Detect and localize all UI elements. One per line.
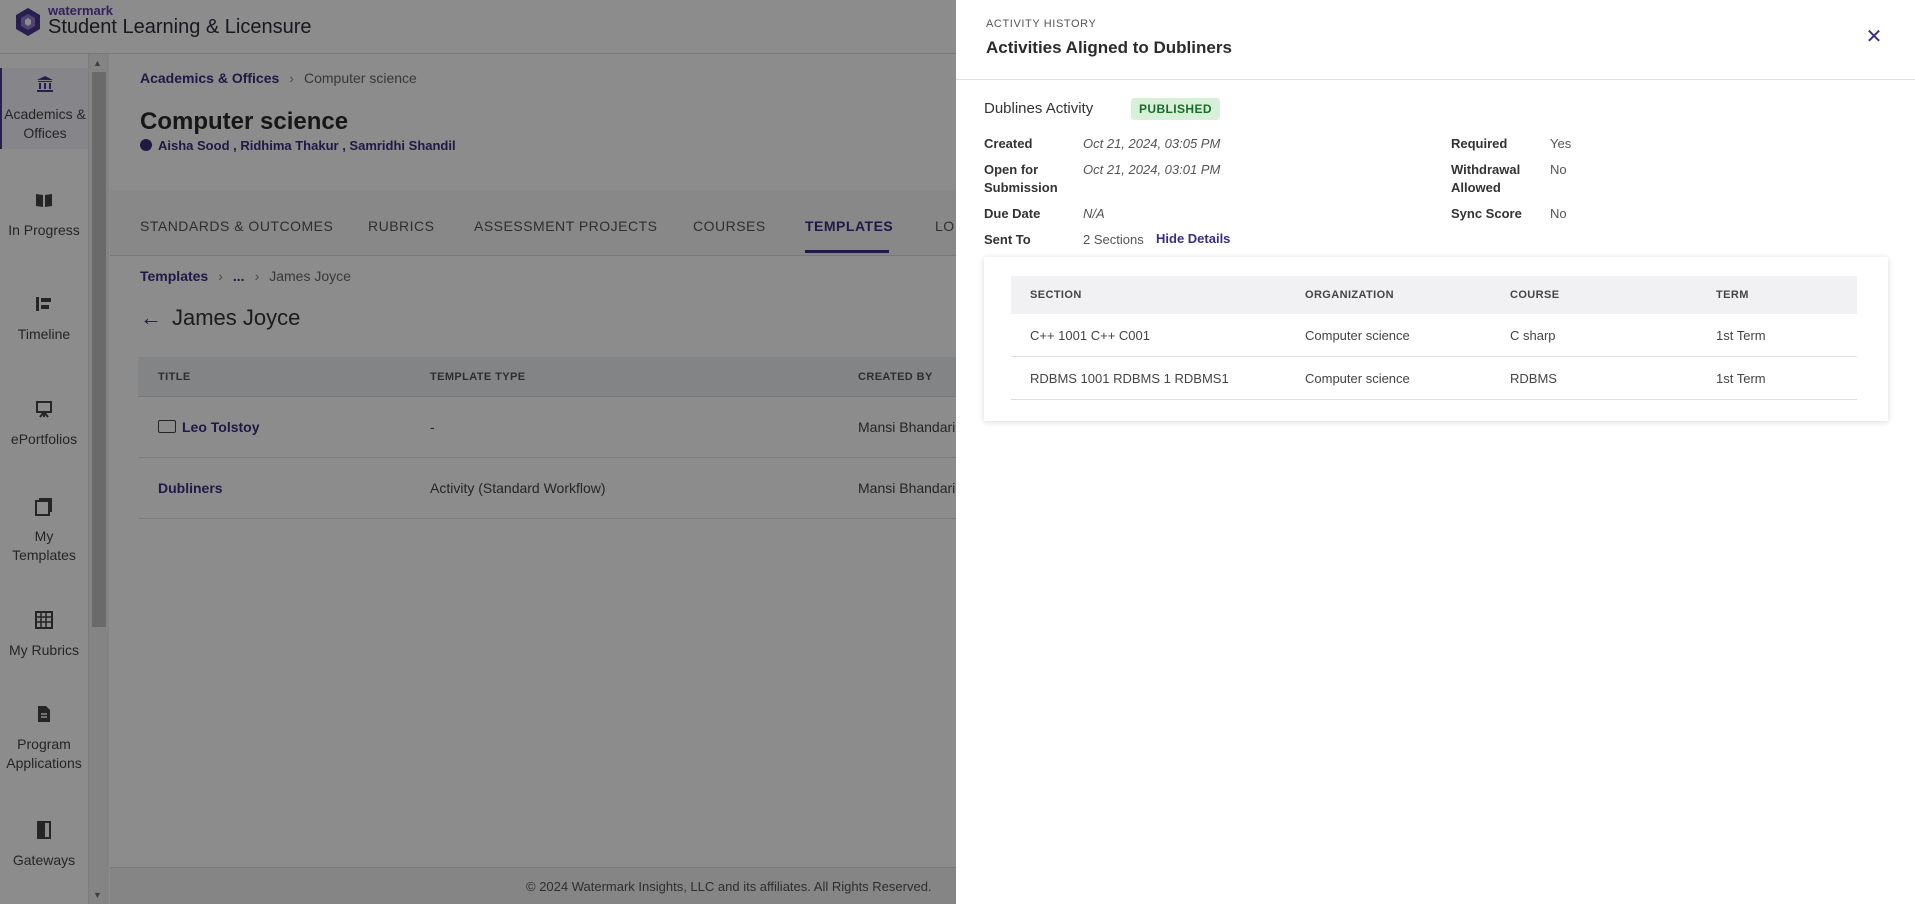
field-label-sent-to: Sent To — [984, 232, 1031, 247]
hide-details-link[interactable]: Hide Details — [1156, 231, 1230, 246]
cell-section: RDBMS 1001 RDBMS 1 RDBMS1 — [1030, 371, 1229, 386]
field-label-sync-score: Sync Score — [1451, 206, 1522, 221]
field-value-sent-to: 2 Sections — [1083, 232, 1144, 247]
divider — [956, 79, 1915, 80]
field-label-created: Created — [984, 136, 1033, 151]
field-label-open-for-submission: Open for Submission — [984, 162, 1058, 195]
field-label-required: Required — [1451, 136, 1508, 151]
column-header-term: TERM — [1716, 289, 1749, 301]
cell-course: RDBMS — [1510, 371, 1557, 386]
activity-history-drawer: ACTIVITY HISTORY Activities Aligned to D… — [956, 0, 1915, 904]
field-label-due-date: Due Date — [984, 206, 1041, 221]
sections-details-card: SECTION ORGANIZATION COURSE TERM C++ 100… — [984, 257, 1888, 421]
drawer-kicker: ACTIVITY HISTORY — [986, 18, 1097, 30]
field-value-due-date: N/A — [1083, 206, 1105, 221]
field-value-sync-score: No — [1550, 206, 1567, 221]
cell-section: C++ 1001 C++ C001 — [1030, 328, 1150, 343]
field-value-withdrawal-allowed: No — [1550, 162, 1567, 177]
cell-organization: Computer science — [1305, 371, 1410, 386]
sections-table: SECTION ORGANIZATION COURSE TERM C++ 100… — [1011, 276, 1857, 400]
column-header-course: COURSE — [1510, 289, 1560, 301]
status-badge: PUBLISHED — [1131, 98, 1220, 120]
field-label-withdrawal-allowed: Withdrawal Allowed — [1451, 162, 1521, 195]
table-row: C++ 1001 C++ C001 Computer science C sha… — [1011, 314, 1857, 357]
column-header-organization: ORGANIZATION — [1305, 289, 1394, 301]
field-value-required: Yes — [1550, 136, 1572, 151]
table-row: RDBMS 1001 RDBMS 1 RDBMS1 Computer scien… — [1011, 357, 1857, 400]
cell-term: 1st Term — [1716, 371, 1766, 386]
activity-name: Dublines Activity — [984, 100, 1094, 117]
drawer-title: Activities Aligned to Dubliners — [986, 38, 1232, 57]
field-value-open-for-submission: Oct 21, 2024, 03:01 PM — [1083, 162, 1221, 177]
cell-course: C sharp — [1510, 328, 1556, 343]
field-value-created: Oct 21, 2024, 03:05 PM — [1083, 136, 1221, 151]
column-header-section: SECTION — [1030, 289, 1082, 301]
close-icon[interactable]: ✕ — [1862, 26, 1886, 50]
cell-organization: Computer science — [1305, 328, 1410, 343]
cell-term: 1st Term — [1716, 328, 1766, 343]
table-header: SECTION ORGANIZATION COURSE TERM — [1011, 276, 1857, 314]
